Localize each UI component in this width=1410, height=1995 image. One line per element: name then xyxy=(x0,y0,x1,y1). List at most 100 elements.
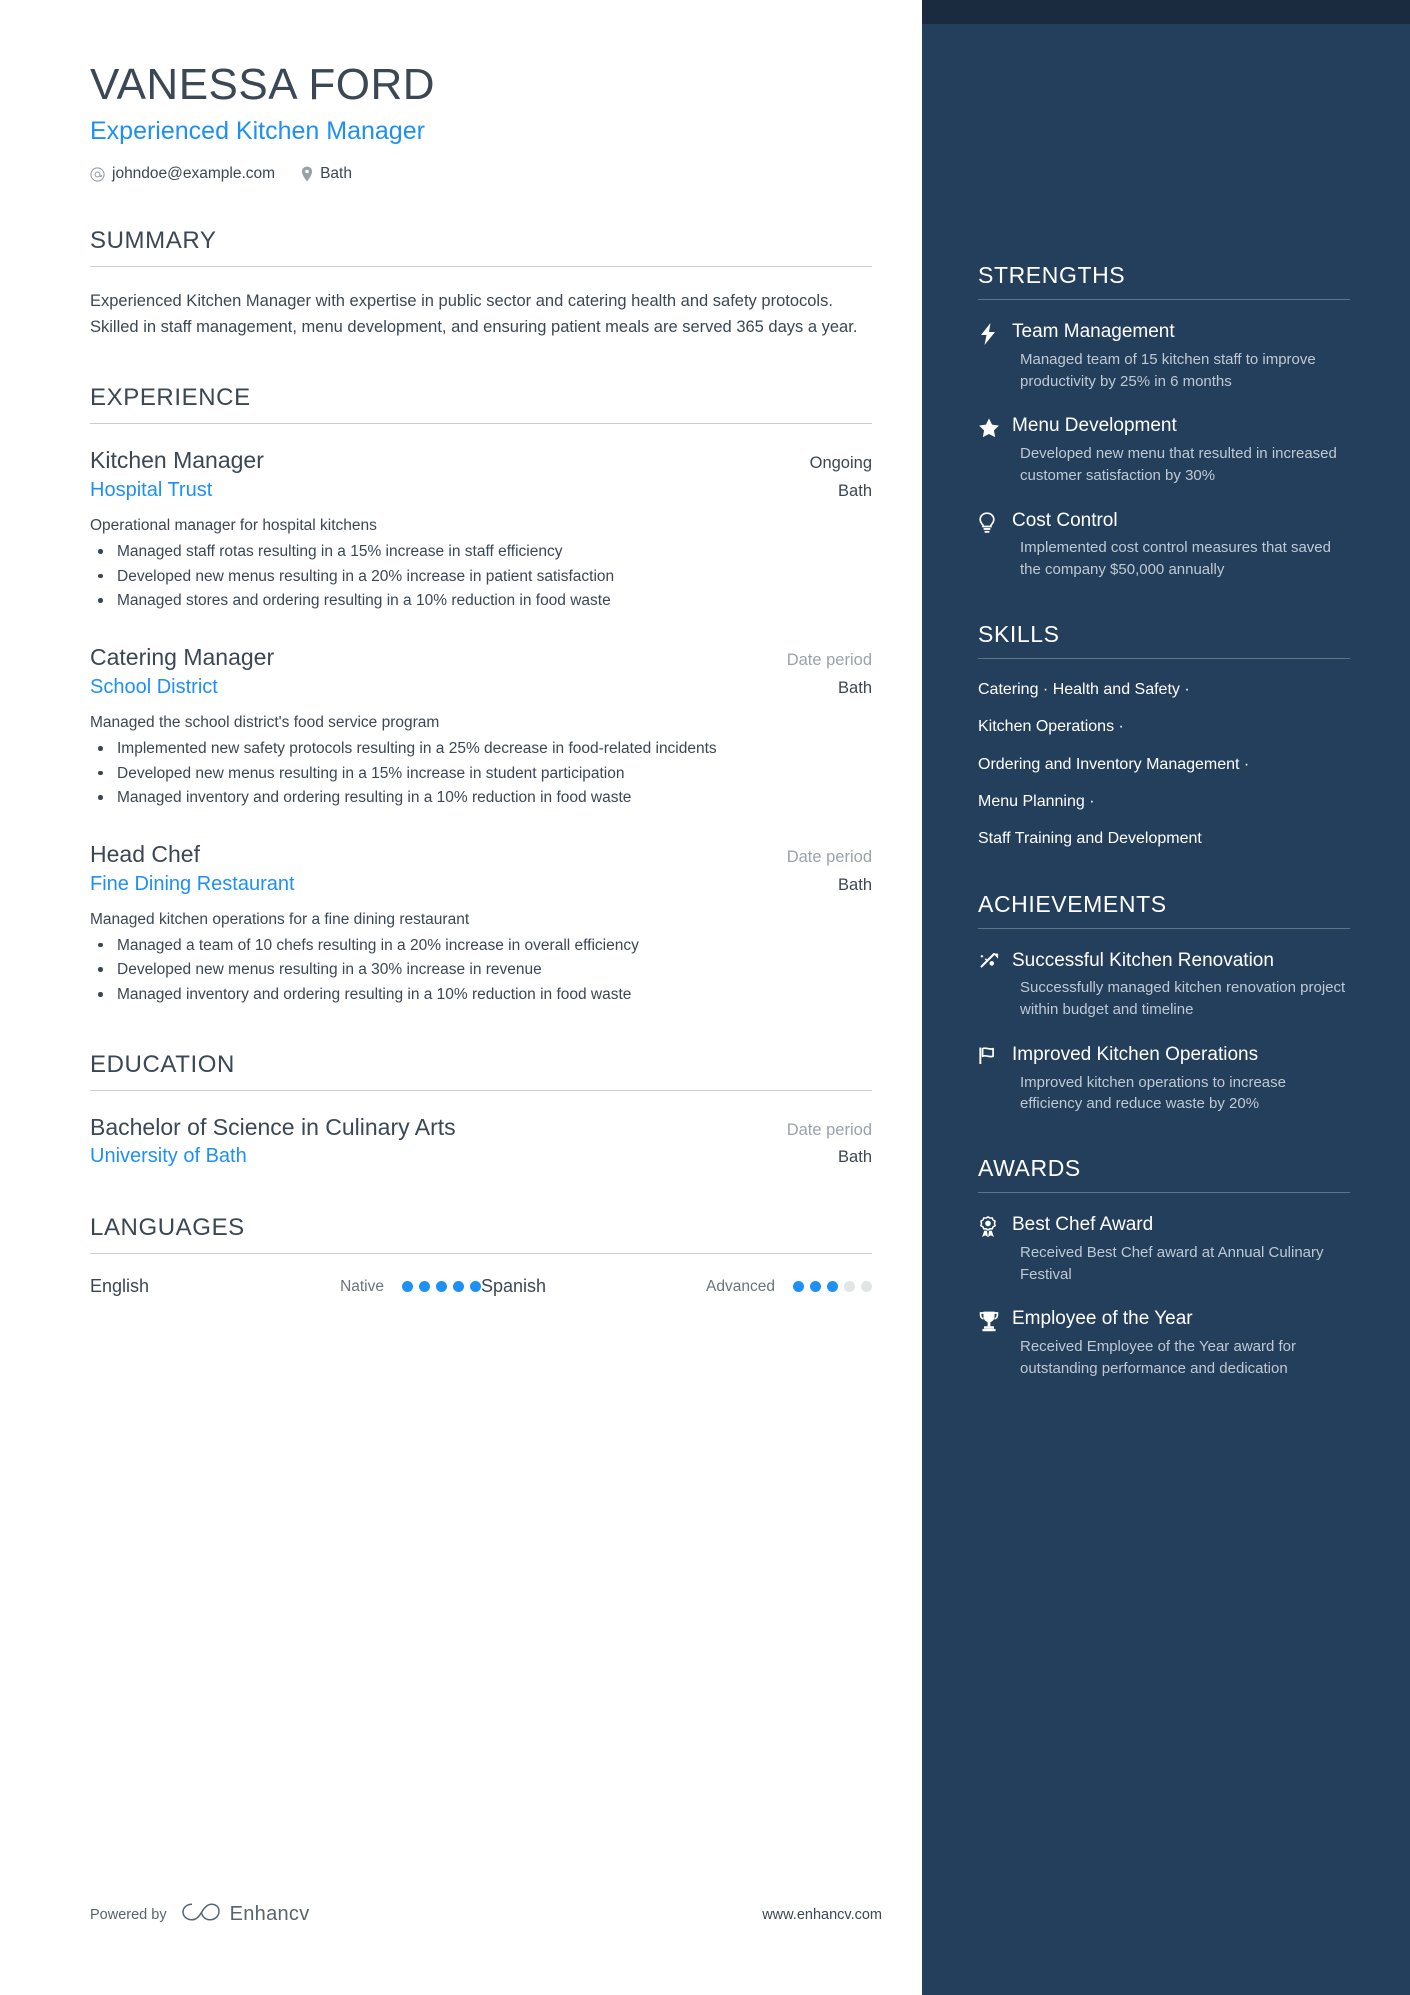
proficiency-dot xyxy=(419,1281,430,1293)
language-level: Advanced xyxy=(706,1277,775,1295)
language-name: English xyxy=(90,1276,150,1297)
language-item: Spanish Advanced xyxy=(481,1276,872,1297)
experience-bullets: Managed staff rotas resulting in a 15% i… xyxy=(90,540,872,613)
flag-icon xyxy=(978,1043,1012,1115)
award-item: Employee of the Year Received Employee o… xyxy=(978,1307,1350,1379)
experience-title: Kitchen Manager xyxy=(90,447,264,474)
language-proficiency-dots xyxy=(402,1281,481,1293)
experience-date: Ongoing xyxy=(809,454,872,473)
award-item: Best Chef Award Received Best Chef award… xyxy=(978,1213,1350,1285)
bullet-item: Managed a team of 10 chefs resulting in … xyxy=(90,934,872,958)
education-heading: EDUCATION xyxy=(90,1051,872,1091)
sidebar: STRENGTHS Team Management Managed team o… xyxy=(922,0,1410,1995)
experience-bullets: Implemented new safety protocols resulti… xyxy=(90,737,872,810)
experience-entry: Kitchen Manager Ongoing Hospital Trust B… xyxy=(90,446,872,613)
contact-location: Bath xyxy=(301,165,352,183)
achievements-heading: ACHIEVEMENTS xyxy=(978,891,1350,929)
experience-date: Date period xyxy=(786,847,872,866)
awards-heading: AWARDS xyxy=(978,1155,1350,1194)
achievement-title: Successful Kitchen Renovation xyxy=(1012,949,1274,971)
brand-name: Enhancv xyxy=(229,1903,310,1925)
award-title: Best Chef Award xyxy=(1012,1214,1154,1236)
education-degree: Bachelor of Science in Culinary Arts xyxy=(90,1113,456,1140)
summary-text: Experienced Kitchen Manager with experti… xyxy=(90,292,858,336)
star-icon xyxy=(978,414,1012,486)
strength-item: Menu Development Developed new menu that… xyxy=(978,414,1350,486)
award-description: Received Best Chef award at Annual Culin… xyxy=(1020,1243,1324,1283)
skill-line: Catering · Health and Safety · xyxy=(978,680,1190,698)
experience-section: EXPERIENCE Kitchen Manager Ongoing Hospi… xyxy=(90,384,872,1006)
achievement-title: Improved Kitchen Operations xyxy=(1012,1043,1259,1065)
language-proficiency-dots xyxy=(793,1281,872,1293)
achievement-description: Successfully managed kitchen renovation … xyxy=(1020,979,1346,1019)
skill-line: Staff Training and Development xyxy=(978,830,1202,848)
trophy-icon xyxy=(978,1307,1012,1379)
experience-entry: Catering Manager Date period School Dist… xyxy=(90,643,872,810)
contact-location-text: Bath xyxy=(320,165,352,183)
main-column: VANESSA FORD Experienced Kitchen Manager… xyxy=(0,0,922,1297)
education-date: Date period xyxy=(786,1120,872,1139)
experience-organization[interactable]: Hospital Trust xyxy=(90,476,212,504)
achievement-description: Improved kitchen operations to increase … xyxy=(1020,1073,1286,1113)
proficiency-dot xyxy=(402,1281,413,1293)
footer-url[interactable]: www.enhancv.com xyxy=(762,1907,882,1923)
skills-section: SKILLS Catering · Health and Safety · Ki… xyxy=(978,621,1350,851)
resume-header: VANESSA FORD Experienced Kitchen Manager… xyxy=(90,60,872,183)
experience-date: Date period xyxy=(786,651,872,669)
skills-list: Catering · Health and Safety · Kitchen O… xyxy=(978,679,1350,851)
summary-heading: SUMMARY xyxy=(90,227,872,268)
experience-heading: EXPERIENCE xyxy=(90,384,872,425)
languages-row: English Native Spanish Advanced xyxy=(90,1276,872,1297)
contact-row: johndoe@example.com Bath xyxy=(90,165,872,183)
experience-location: Bath xyxy=(838,482,872,501)
strength-item: Cost Control Implemented cost control me… xyxy=(978,509,1350,581)
experience-title: Head Chef xyxy=(90,840,200,867)
strength-title: Cost Control xyxy=(1012,509,1118,531)
contact-email-text: johndoe@example.com xyxy=(112,165,276,183)
education-section: EDUCATION Bachelor of Science in Culinar… xyxy=(90,1051,872,1171)
resume-page: STRENGTHS Team Management Managed team o… xyxy=(0,0,1410,1995)
award-description: Received Employee of the Year award for … xyxy=(1020,1338,1296,1377)
bullet-item: Managed stores and ordering resulting in… xyxy=(90,589,872,613)
education-institution[interactable]: University of Bath xyxy=(90,1142,247,1170)
experience-description: Managed the school district's food servi… xyxy=(90,713,440,731)
skill-line: Ordering and Inventory Management · xyxy=(978,755,1250,773)
experience-organization[interactable]: Fine Dining Restaurant xyxy=(90,870,295,898)
strength-description: Implemented cost control measures that s… xyxy=(1020,539,1331,578)
experience-description: Managed kitchen operations for a fine di… xyxy=(90,910,470,928)
strength-description: Developed new menu that resulted in incr… xyxy=(1020,445,1337,484)
proficiency-dot xyxy=(436,1281,447,1293)
strength-title: Menu Development xyxy=(1012,415,1177,437)
bullet-item: Managed inventory and ordering resulting… xyxy=(90,786,872,810)
proficiency-dot xyxy=(470,1281,481,1293)
bullet-item: Implemented new safety protocols resulti… xyxy=(90,737,872,761)
achievement-item: Improved Kitchen Operations Improved kit… xyxy=(978,1043,1350,1115)
proficiency-dot xyxy=(793,1281,804,1293)
lightning-bolt-icon xyxy=(978,320,1012,392)
experience-entry: Head Chef Date period Fine Dining Restau… xyxy=(90,840,872,1007)
lightbulb-icon xyxy=(978,509,1012,581)
experience-title: Catering Manager xyxy=(90,644,275,670)
strength-title: Team Management xyxy=(1012,321,1175,342)
experience-location: Bath xyxy=(838,875,872,894)
contact-email[interactable]: johndoe@example.com xyxy=(90,165,275,183)
awards-section: AWARDS Best Chef Award Received Best Che… xyxy=(978,1155,1350,1380)
strengths-section: STRENGTHS Team Management Managed team o… xyxy=(978,262,1350,581)
skill-line: Kitchen Operations · xyxy=(978,718,1124,736)
skill-line: Menu Planning · xyxy=(978,792,1095,810)
award-title: Employee of the Year xyxy=(1012,1308,1193,1330)
experience-organization[interactable]: School District xyxy=(90,673,218,701)
experience-description: Operational manager for hospital kitchen… xyxy=(90,517,377,535)
education-entry: Bachelor of Science in Culinary Arts Dat… xyxy=(90,1113,872,1171)
languages-heading: LANGUAGES xyxy=(90,1214,872,1255)
job-title: Experienced Kitchen Manager xyxy=(90,116,425,145)
proficiency-dot xyxy=(844,1281,855,1293)
language-level: Native xyxy=(340,1277,384,1295)
powered-by-label: Powered by xyxy=(90,1906,167,1923)
footer: Powered by Enhancv www.enhancv.com xyxy=(90,1900,882,1929)
medal-ribbon-icon xyxy=(978,1213,1012,1285)
bullet-item: Managed staff rotas resulting in a 15% i… xyxy=(90,540,872,564)
proficiency-dot xyxy=(861,1281,872,1293)
languages-section: LANGUAGES English Native Spanish Advance… xyxy=(90,1214,872,1297)
experience-location: Bath xyxy=(838,678,872,697)
